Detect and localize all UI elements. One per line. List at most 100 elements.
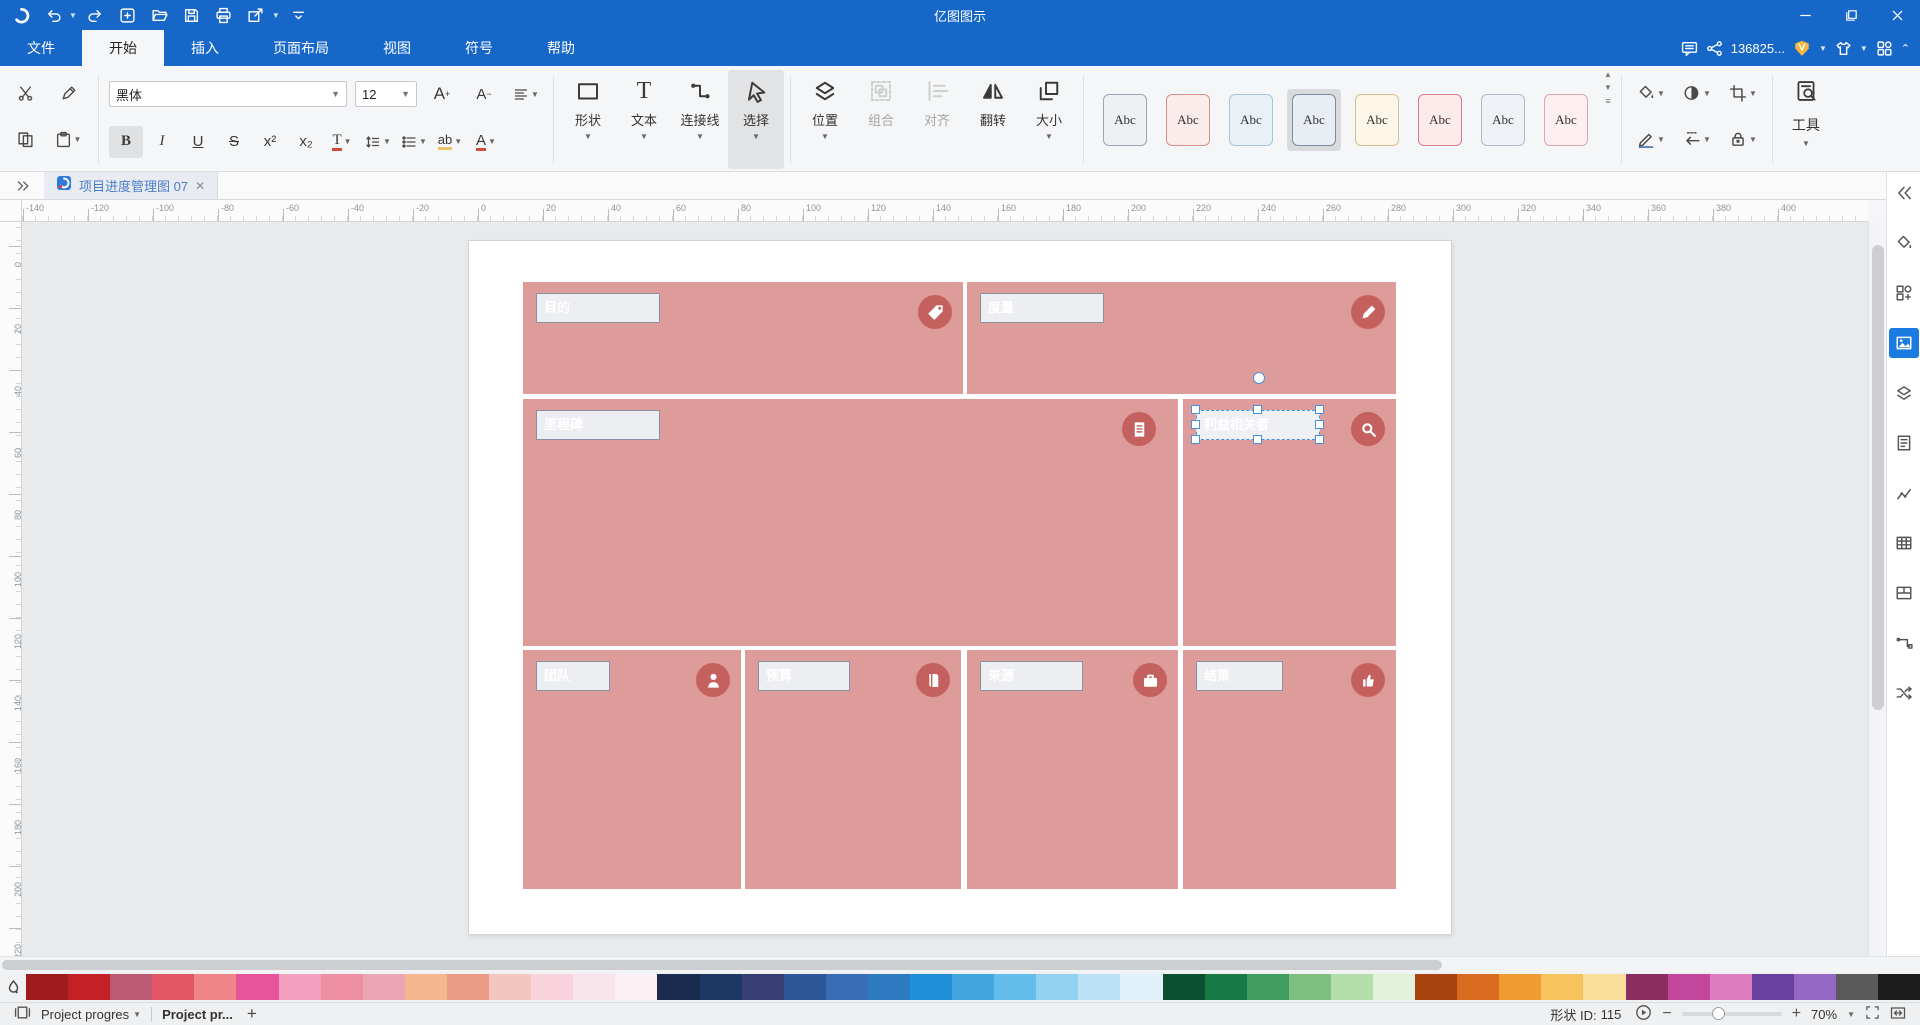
gallery-expand-icon[interactable]: ≡ — [1605, 96, 1610, 106]
sidebar-table-icon[interactable] — [1889, 528, 1919, 558]
menu-tab-页面布局[interactable]: 页面布局 — [246, 30, 356, 66]
sidebar-shuffle-icon[interactable] — [1889, 678, 1919, 708]
close-tab-icon[interactable]: ✕ — [195, 179, 205, 193]
style-swatch-4[interactable]: Abc — [1287, 89, 1341, 151]
tool-翻转[interactable]: 翻转 — [965, 70, 1021, 169]
color-swatch[interactable] — [1710, 974, 1752, 1000]
highlight-button[interactable]: ab▼ — [433, 126, 467, 158]
selection-handle[interactable] — [1315, 435, 1324, 444]
color-swatch[interactable] — [1752, 974, 1794, 1000]
tool-连接线[interactable]: 连接线▼ — [672, 70, 728, 169]
decrease-font-button[interactable]: A− — [467, 78, 501, 110]
color-swatch[interactable] — [279, 974, 321, 1000]
selection-handle[interactable] — [1315, 420, 1324, 429]
shadow-button[interactable]: ▼ — [1679, 80, 1715, 106]
color-swatch[interactable] — [1331, 974, 1373, 1000]
color-swatch[interactable] — [826, 974, 868, 1000]
sidebar-note-icon[interactable] — [1889, 428, 1919, 458]
sidebar-layers-icon[interactable] — [1889, 378, 1919, 408]
vip-badge-icon[interactable] — [1793, 39, 1811, 57]
collapse-ribbon-icon[interactable]: ⌃ — [1901, 42, 1910, 55]
export-icon[interactable] — [243, 3, 269, 27]
bold-button[interactable]: B — [109, 126, 143, 158]
document-tab[interactable]: 项目进度管理图 07 ✕ — [44, 172, 218, 199]
color-swatch[interactable] — [615, 974, 657, 1000]
tool-形状[interactable]: 形状▼ — [560, 70, 616, 169]
text-align-button[interactable]: ▼ — [509, 78, 543, 110]
color-swatch[interactable] — [363, 974, 405, 1000]
color-swatch[interactable] — [1078, 974, 1120, 1000]
italic-button[interactable]: I — [145, 126, 179, 158]
sidebar-chart-icon[interactable] — [1889, 478, 1919, 508]
color-swatch[interactable] — [1626, 974, 1668, 1000]
color-swatch[interactable] — [194, 974, 236, 1000]
underline-button[interactable]: U — [181, 126, 215, 158]
paste-button[interactable]: ▼ — [51, 123, 85, 155]
open-icon[interactable] — [147, 3, 173, 27]
maximize-button[interactable] — [1828, 0, 1874, 30]
copy-button[interactable] — [8, 123, 42, 155]
feedback-icon[interactable] — [1681, 40, 1698, 57]
chevron-down-icon[interactable]: ▼ — [69, 11, 77, 20]
sidebar-image-icon[interactable] — [1889, 328, 1919, 358]
color-swatch[interactable] — [1499, 974, 1541, 1000]
font-color-button[interactable]: T▼ — [325, 126, 359, 158]
color-swatch[interactable] — [784, 974, 826, 1000]
add-page-button[interactable]: + — [243, 1004, 261, 1024]
box-label[interactable]: 里程碑 — [536, 410, 660, 440]
chevron-down-icon[interactable]: ▼ — [272, 11, 280, 20]
fill-color-button[interactable]: ▼ — [1633, 80, 1669, 106]
color-swatch[interactable] — [1836, 974, 1878, 1000]
print-icon[interactable] — [211, 3, 237, 27]
strikethrough-button[interactable]: S — [217, 126, 251, 158]
fullscreen-icon[interactable] — [1865, 1005, 1880, 1023]
color-swatch[interactable] — [321, 974, 363, 1000]
box-label[interactable]: 预算 — [758, 661, 850, 691]
color-swatch[interactable] — [657, 974, 699, 1000]
diagram-box-里程碑[interactable]: 里程碑 — [523, 399, 1178, 646]
style-gallery-scroll[interactable]: ▲ ▼ ≡ — [1601, 70, 1615, 169]
chevron-down-icon[interactable]: ▼ — [1847, 1010, 1855, 1019]
box-label[interactable]: 团队 — [536, 661, 610, 691]
diagram-box-预算[interactable]: 预算 — [745, 650, 961, 889]
zoom-out-button[interactable]: − — [1662, 1005, 1671, 1023]
line-style-button[interactable]: ▼ — [1633, 126, 1669, 152]
expand-panel-button[interactable] — [0, 172, 44, 199]
style-swatch-1[interactable]: Abc — [1098, 89, 1152, 151]
theme-shirt-icon[interactable] — [1835, 40, 1852, 57]
tool-位置[interactable]: 位置▼ — [797, 70, 853, 169]
selection-handle[interactable] — [1315, 405, 1324, 414]
connection-point[interactable] — [1253, 372, 1265, 384]
color-swatch[interactable] — [1247, 974, 1289, 1000]
chevron-down-icon[interactable]: ▼ — [1819, 44, 1827, 53]
menu-tab-符号[interactable]: 符号 — [438, 30, 520, 66]
pages-dropdown[interactable]: Project progres ▼ — [41, 1007, 141, 1022]
selection-handle[interactable] — [1253, 435, 1262, 444]
menu-tab-视图[interactable]: 视图 — [356, 30, 438, 66]
scroll-up-icon[interactable]: ▲ — [1604, 70, 1612, 79]
font-size-select[interactable]: 12 ▼ — [355, 81, 417, 107]
logo-icon[interactable] — [8, 3, 34, 27]
color-swatch[interactable] — [910, 974, 952, 1000]
diagram-box-来源[interactable]: 来源 — [967, 650, 1178, 889]
superscript-button[interactable]: x² — [253, 126, 287, 158]
customize-toolbar-icon[interactable] — [286, 3, 312, 27]
diagram-box-目的[interactable]: 目的 — [523, 282, 963, 394]
fit-window-icon[interactable] — [1890, 1005, 1906, 1024]
apps-grid-icon[interactable] — [1876, 40, 1893, 57]
selection-handle[interactable] — [1253, 405, 1262, 414]
style-swatch-8[interactable]: Abc — [1539, 89, 1593, 151]
line-spacing-button[interactable]: ▼ — [361, 126, 395, 158]
diagram-box-结果[interactable]: 结果 — [1183, 650, 1396, 889]
zoom-in-button[interactable]: + — [1792, 1005, 1801, 1023]
close-button[interactable] — [1874, 0, 1920, 30]
selection-handle[interactable] — [1191, 420, 1200, 429]
color-swatch[interactable] — [1668, 974, 1710, 1000]
share-icon[interactable] — [1706, 40, 1723, 57]
color-swatch[interactable] — [1583, 974, 1625, 1000]
font-family-select[interactable]: 黑体 ▼ — [109, 81, 347, 107]
sidebar-connector-route-icon[interactable] — [1889, 628, 1919, 658]
color-swatch[interactable] — [994, 974, 1036, 1000]
menu-tab-开始[interactable]: 开始 — [82, 30, 164, 66]
arrow-style-button[interactable]: ▼ — [1679, 126, 1715, 152]
